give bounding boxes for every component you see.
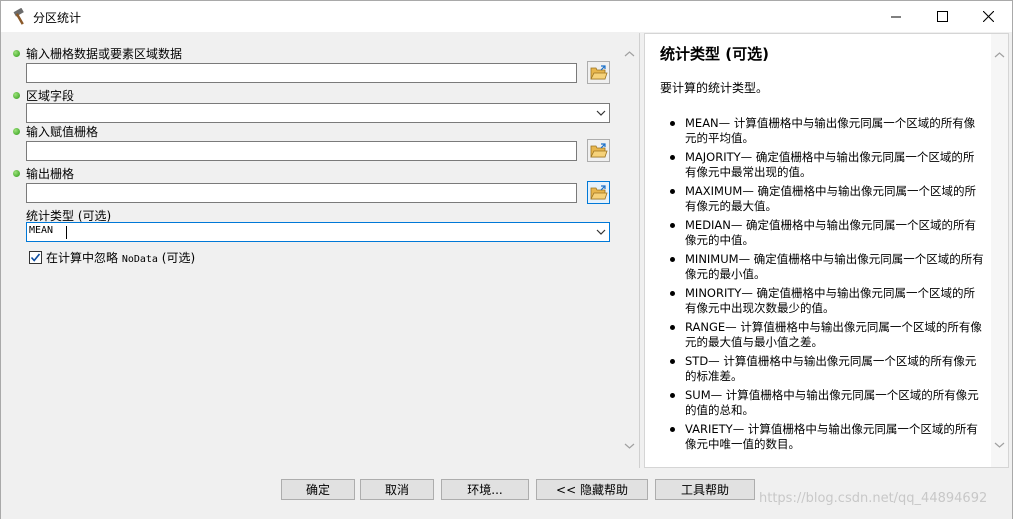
checkmark-icon [30,253,41,262]
ignore-nodata-checkbox[interactable] [29,251,42,264]
help-pane-scrollbar[interactable] [991,34,1008,467]
scroll-down-icon[interactable] [994,439,1005,450]
statistics-type-dropdown[interactable]: MEAN [26,222,610,242]
help-list-item: VARIETY— 计算值栅格中与输出像元同属一个区域的所有像元中唯一值的数目。 [670,422,985,452]
scroll-up-icon[interactable] [994,50,1005,61]
output-raster-label: 输出栅格 [26,167,75,181]
required-indicator-icon [13,50,20,57]
ok-button[interactable]: 确定 [281,479,355,500]
window-title: 分区统计 [33,11,82,25]
help-list-item: STD— 计算值栅格中与输出像元同属一个区域的所有像元的标准差。 [670,354,985,384]
open-folder-icon [589,184,608,199]
parameter-pane-scrollbar[interactable] [621,33,638,468]
chevron-down-icon [596,229,606,235]
tool-help-button[interactable]: 工具帮助 [655,479,755,500]
scroll-down-icon[interactable] [624,440,635,451]
required-indicator-icon [13,128,20,135]
help-pane: 统计类型 (可选) 要计算的统计类型。 MEAN— 计算值栅格中与输出像元同属一… [644,33,1009,468]
value-raster-field[interactable] [26,141,577,161]
cancel-button[interactable]: 取消 [360,479,434,500]
help-list-item: MEAN— 计算值栅格中与输出像元同属一个区域的所有像元的平均值。 [670,116,985,146]
help-description: 要计算的统计类型。 [660,81,769,95]
open-folder-icon [589,64,608,79]
environments-button[interactable]: 环境... [441,479,529,500]
value-raster-browse-button[interactable] [587,139,610,162]
zone-field-dropdown[interactable] [26,103,610,123]
watermark: https://blog.csdn.net/qq_44894692 [759,491,988,506]
ignore-nodata-row[interactable]: 在计算中忽略 NoData (可选) [29,249,195,266]
maximize-icon [936,11,948,22]
help-list-item: MEDIAN— 确定值栅格中与输出像元同属一个区域的所有像元的中值。 [670,218,985,248]
scroll-up-icon[interactable] [624,49,635,60]
value-raster-label: 输入赋值栅格 [26,125,99,139]
help-statistics-list: MEAN— 计算值栅格中与输出像元同属一个区域的所有像元的平均值。 MAJORI… [670,116,985,456]
help-list-item: RANGE— 计算值栅格中与输出像元同属一个区域的所有像元的最大值与最小值之差。 [670,320,985,350]
output-raster-browse-button[interactable] [587,181,610,204]
maximize-button[interactable] [919,1,965,32]
output-raster-field[interactable] [26,183,577,203]
help-list-item: MINORITY— 确定值栅格中与输出像元同属一个区域的所有像元中出现次数最少的… [670,286,985,316]
input-zone-field[interactable] [26,63,577,83]
ignore-nodata-label: 在计算中忽略 NoData (可选) [46,251,196,265]
hide-help-button[interactable]: << 隐藏帮助 [536,479,648,500]
minimize-icon [890,16,901,18]
input-zone-browse-button[interactable] [587,61,610,84]
text-caret [66,226,67,239]
open-folder-icon [589,142,608,157]
required-indicator-icon [13,92,20,99]
zonal-statistics-dialog: 分区统计 输入栅格数据或要素区域数据 区域字段 输入赋值栅格 输出栅格 统计类型… [0,0,1013,519]
zone-field-label: 区域字段 [26,89,75,103]
help-list-item: MAXIMUM— 确定值栅格中与输出像元同属一个区域的所有像元的最大值。 [670,184,985,214]
help-title: 统计类型 (可选) [660,45,769,63]
input-zone-label: 输入栅格数据或要素区域数据 [26,47,183,61]
hammer-icon [11,7,29,26]
statistics-type-value: MEAN [29,225,54,236]
required-indicator-icon [13,170,20,177]
help-list-item: MINIMUM— 确定值栅格中与输出像元同属一个区域的所有像元的最小值。 [670,252,984,281]
minimize-button[interactable] [873,1,919,32]
title-bar: 分区统计 [1,1,1012,32]
chevron-down-icon [596,110,606,116]
help-list-item: SUM— 计算值栅格中与输出像元同属一个区域的所有像元的值的总和。 [670,388,985,418]
help-list-item: MAJORITY— 确定值栅格中与输出像元同属一个区域的所有像元中最常出现的值。 [670,150,985,180]
parameter-pane: 输入栅格数据或要素区域数据 区域字段 输入赋值栅格 输出栅格 统计类型 (可选)… [6,33,640,468]
close-button[interactable] [965,1,1011,32]
close-icon [982,11,994,22]
